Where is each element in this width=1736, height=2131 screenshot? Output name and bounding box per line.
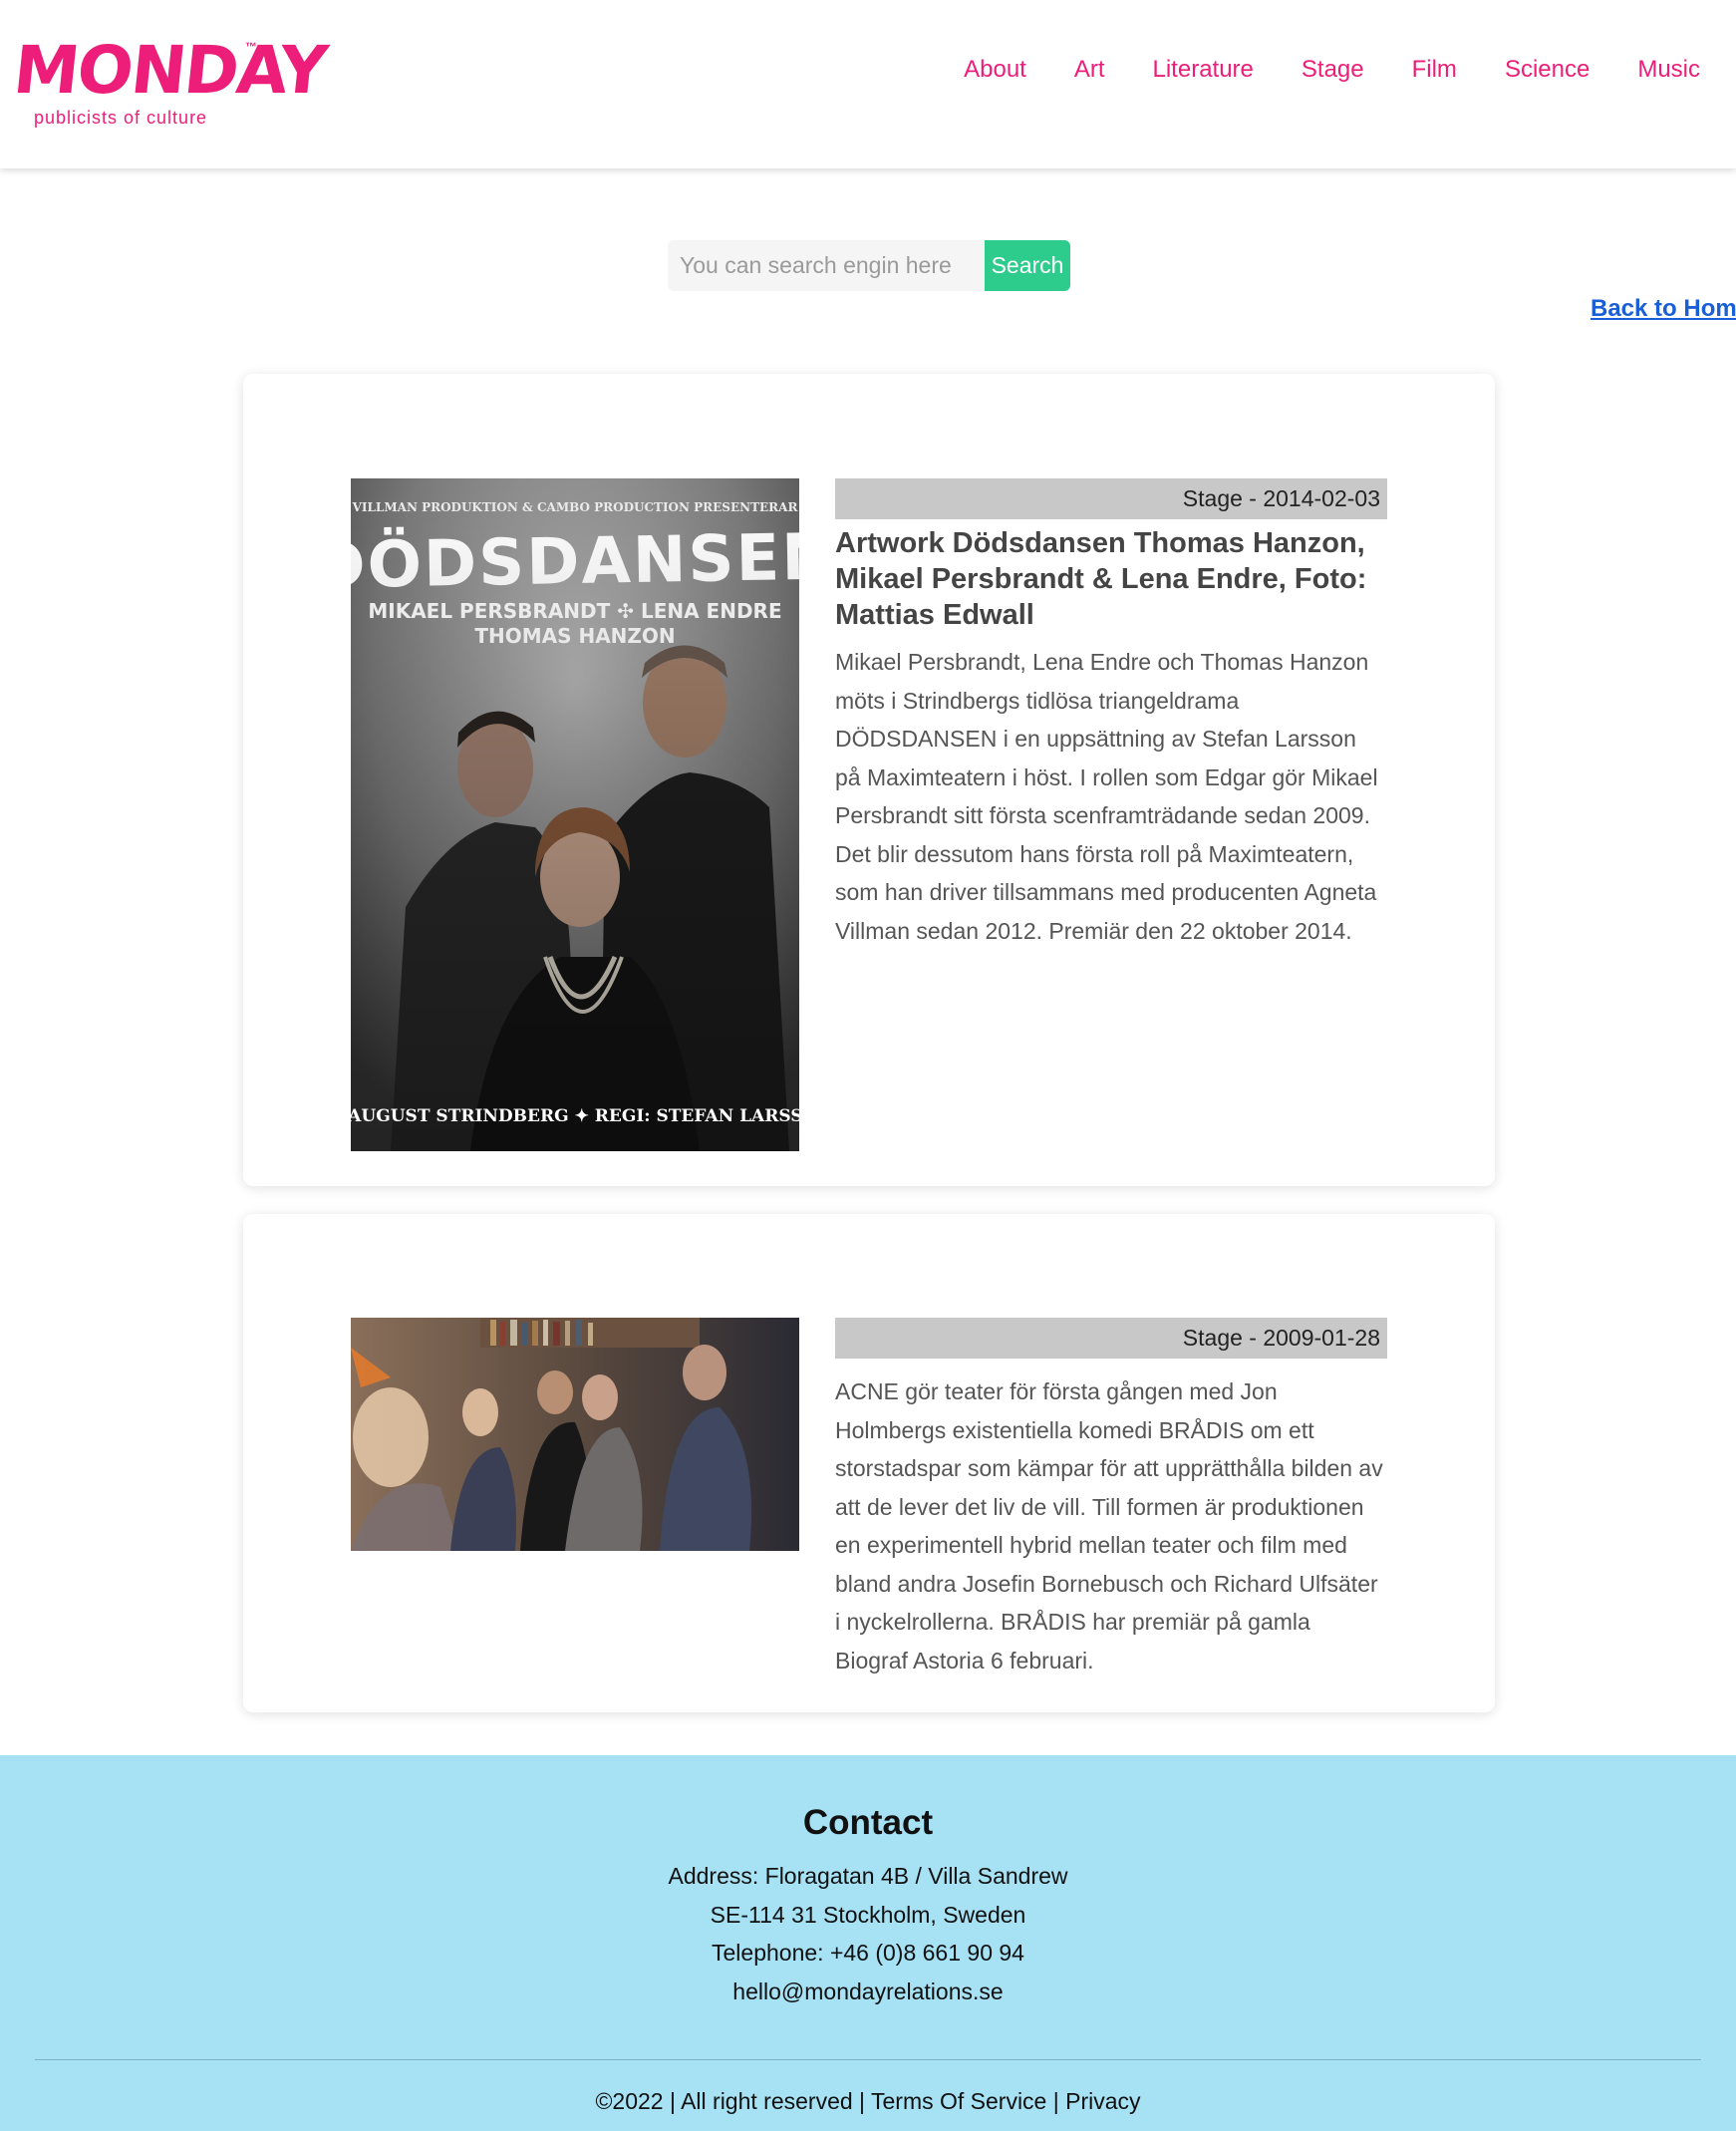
main-nav: About Art Literature Stage Film Science … [916, 56, 1700, 84]
poster-artwork: VILLMAN PRODUKTION & CAMBO PRODUCTION PR… [351, 478, 799, 1151]
nav-science[interactable]: Science [1505, 56, 1590, 84]
post-category-date: Stage - 2009-01-28 [835, 1318, 1387, 1359]
nav-art[interactable]: Art [1074, 56, 1105, 84]
search-button[interactable]: Search [985, 240, 1070, 291]
search-input[interactable] [668, 240, 985, 291]
post-card: Stage - 2009-01-28 ACNE gör teater för f… [243, 1214, 1495, 1712]
brand-logo[interactable]: MONDAY ™ publicists of culture [10, 32, 329, 136]
site-footer: Contact Address: Floragatan 4B / Villa S… [0, 1755, 1736, 2131]
nav-stage[interactable]: Stage [1302, 56, 1364, 84]
post-body: Stage - 2009-01-28 ACNE gör teater för f… [835, 1318, 1387, 1679]
post-excerpt: Mikael Persbrandt, Lena Endre och Thomas… [835, 649, 1378, 944]
post-excerpt: ACNE gör teater för första gången med Jo… [835, 1378, 1383, 1674]
contact-city: SE-114 31 Stockholm, Sweden [710, 1901, 1026, 1928]
contact-heading: Contact [802, 1803, 934, 1842]
footer-copyright: ©2022 | All right reserved | Terms Of Se… [595, 2088, 1141, 2114]
post-image-bradis-scene[interactable] [351, 1318, 799, 1551]
nav-film[interactable]: Film [1412, 56, 1457, 84]
logo-tagline: publicists of culture [34, 108, 208, 128]
back-to-home-link[interactable]: Back to Home [1591, 295, 1736, 323]
contact-address: Address: Floragatan 4B / Villa Sandrew [668, 1863, 1068, 1889]
post-category-date: Stage - 2014-02-03 [835, 478, 1387, 519]
logo-wordmark: MONDAY [10, 32, 330, 109]
poster-credits: AV AUGUST STRINDBERG ✦ REGI: STEFAN LARS… [351, 1106, 799, 1126]
post-body: Stage - 2014-02-03 Artwork Dödsdansen Th… [835, 478, 1387, 950]
nav-literature[interactable]: Literature [1153, 56, 1254, 84]
site-header: MONDAY ™ publicists of culture About Art… [0, 0, 1736, 168]
post-card: VILLMAN PRODUKTION & CAMBO PRODUCTION PR… [243, 374, 1495, 1186]
footer-divider [35, 2059, 1701, 2060]
post-title[interactable]: Artwork Dödsdansen Thomas Hanzon, Mikael… [835, 525, 1387, 633]
logo-trademark: ™ [245, 40, 257, 54]
contact-details: Address: Floragatan 4B / Villa Sandrew S… [0, 1857, 1736, 2010]
nav-about[interactable]: About [964, 56, 1026, 84]
contact-email[interactable]: hello@mondayrelations.se [0, 1973, 1736, 2011]
search-bar: Search [668, 240, 1070, 291]
scene-photo [351, 1318, 799, 1551]
post-image-dodsdansen-poster[interactable]: VILLMAN PRODUKTION & CAMBO PRODUCTION PR… [351, 478, 799, 1151]
contact-phone: Telephone: +46 (0)8 661 90 94 [712, 1940, 1024, 1966]
nav-music[interactable]: Music [1637, 56, 1700, 84]
